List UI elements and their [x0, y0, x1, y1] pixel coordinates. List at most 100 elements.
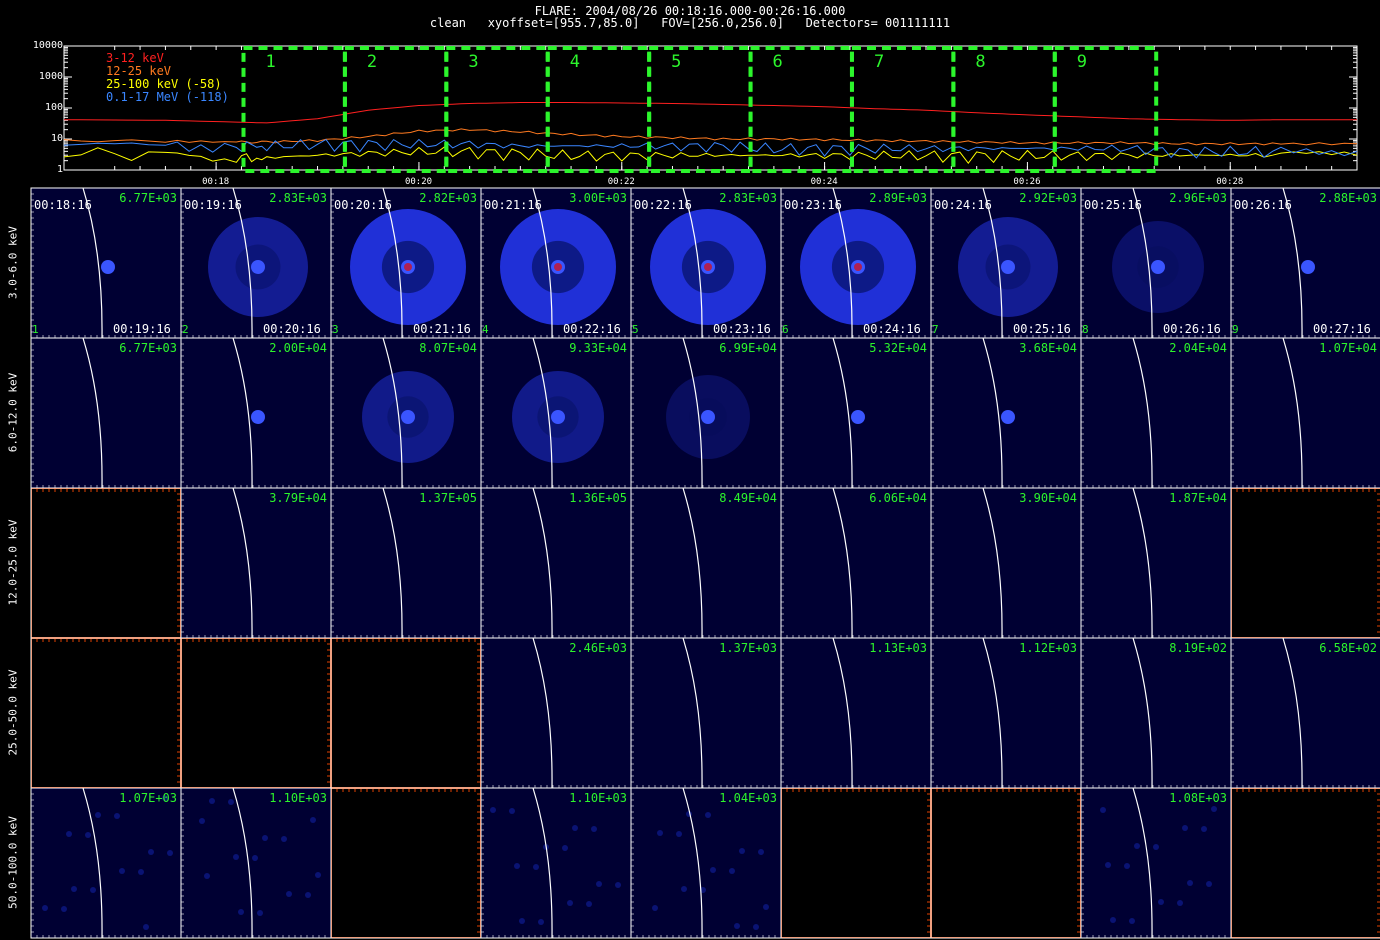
noise-blob: [1110, 917, 1116, 923]
start-time: 00:26:16: [1234, 198, 1292, 212]
noise-blob: [1124, 863, 1130, 869]
xtick-label: 00:24: [810, 177, 838, 187]
start-time: 00:23:16: [784, 198, 842, 212]
image-cell: [631, 638, 781, 788]
image-cell: [1231, 788, 1380, 938]
noise-blob: [591, 826, 597, 832]
time-window-label: 7: [873, 52, 885, 72]
noise-blob: [1206, 881, 1212, 887]
noise-blob: [1129, 918, 1135, 924]
end-time: 00:26:16: [1163, 322, 1221, 336]
ytick-label: 1: [56, 164, 63, 175]
peak-value: 1.08E+03: [1169, 791, 1227, 805]
noise-blob: [710, 867, 716, 873]
image-cell: [1081, 638, 1231, 788]
noise-blob: [538, 919, 544, 925]
series-line-1: [63, 128, 1358, 146]
row-label-0: 3.0-6.0 keV: [6, 226, 20, 299]
image-cell: [1231, 338, 1380, 488]
source-core: [701, 410, 715, 424]
peak-value: 1.10E+03: [569, 791, 627, 805]
noise-blob: [143, 924, 149, 930]
noise-blob: [1100, 807, 1106, 813]
time-window-5: [647, 46, 753, 173]
noise-blob: [1187, 880, 1193, 886]
start-time: 00:22:16: [634, 198, 692, 212]
peak-value: 6.06E+04: [869, 491, 927, 505]
image-cell: [631, 788, 781, 938]
peak-value: 2.04E+04: [1169, 341, 1227, 355]
source-core: [251, 410, 265, 424]
source-peak: [854, 263, 862, 271]
peak-value: 6.77E+03: [119, 191, 177, 205]
noise-blob: [310, 817, 316, 823]
start-time: 00:25:16: [1084, 198, 1142, 212]
end-time: 00:24:16: [863, 322, 921, 336]
noise-blob: [252, 855, 258, 861]
noise-blob: [567, 900, 573, 906]
panel-index: 8: [1082, 323, 1089, 336]
panel-index: 1: [32, 323, 39, 336]
noise-blob: [262, 835, 268, 841]
source-core: [1151, 260, 1165, 274]
noise-blob: [1182, 825, 1188, 831]
peak-value: 1.12E+03: [1019, 641, 1077, 655]
end-time: 00:19:16: [113, 322, 171, 336]
noise-blob: [90, 887, 96, 893]
source-core: [101, 260, 115, 274]
noise-blob: [238, 909, 244, 915]
noise-blob: [114, 813, 120, 819]
noise-blob: [199, 818, 205, 824]
time-window-label: 2: [366, 52, 378, 72]
noise-blob: [71, 886, 77, 892]
image-cell: [181, 638, 331, 788]
noise-blob: [652, 905, 658, 911]
noise-blob: [572, 825, 578, 831]
image-cell: [931, 488, 1081, 638]
peak-value: 2.83E+03: [719, 191, 777, 205]
noise-blob: [676, 831, 682, 837]
image-cell: [1081, 488, 1231, 638]
noise-blob: [305, 892, 311, 898]
source-core: [401, 410, 415, 424]
ytick-label: 100: [44, 102, 63, 113]
end-time: 00:20:16: [263, 322, 321, 336]
image-cell: [31, 488, 181, 638]
peak-value: 2.00E+04: [269, 341, 327, 355]
start-time: 00:21:16: [484, 198, 542, 212]
image-cell: [931, 638, 1081, 788]
image-cell: [1231, 638, 1380, 788]
source-peak: [404, 263, 412, 271]
noise-blob: [228, 799, 234, 805]
end-time: 00:23:16: [713, 322, 771, 336]
image-cell: [1081, 338, 1231, 488]
source-peak: [704, 263, 712, 271]
image-cell: [31, 338, 181, 488]
peak-value: 1.13E+03: [869, 641, 927, 655]
peak-value: 2.96E+03: [1169, 191, 1227, 205]
image-cell: [631, 488, 781, 638]
noise-blob: [758, 849, 764, 855]
time-window-label: 1: [265, 52, 276, 72]
noise-blob: [42, 905, 48, 911]
end-time: 00:25:16: [1013, 322, 1071, 336]
image-cell: [931, 788, 1081, 938]
peak-value: 3.90E+04: [1019, 491, 1077, 505]
time-window-2: [342, 46, 449, 173]
ytick-label: 10000: [32, 40, 63, 51]
peak-value: 8.07E+04: [419, 341, 477, 355]
image-cell: [781, 488, 931, 638]
noise-blob: [204, 873, 210, 879]
image-cell: [31, 638, 181, 788]
end-time: 00:27:16: [1313, 322, 1371, 336]
xtick-label: 00:20: [404, 177, 433, 187]
noise-blob: [286, 891, 292, 897]
noise-blob: [562, 845, 568, 851]
time-window-label: 3: [468, 52, 479, 72]
start-time: 00:18:16: [34, 198, 92, 212]
noise-blob: [257, 910, 263, 916]
source-core: [1301, 260, 1315, 274]
xtick-label: 00:18: [202, 177, 230, 187]
time-window-9: [1052, 46, 1159, 173]
noise-blob: [519, 918, 525, 924]
